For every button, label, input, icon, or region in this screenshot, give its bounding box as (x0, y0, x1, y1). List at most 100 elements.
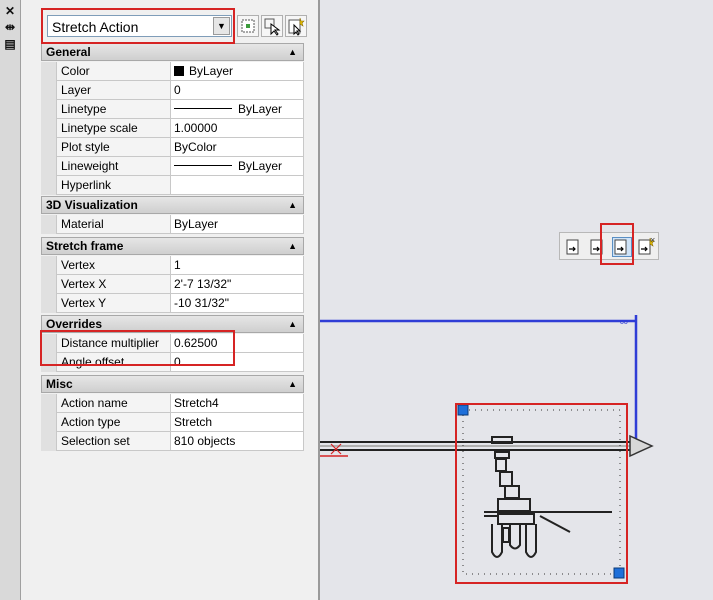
select-objects-button[interactable] (261, 15, 283, 37)
property-value-text: Stretch4 (174, 396, 219, 410)
property-value[interactable]: 0 (171, 353, 304, 372)
property-row-action-type[interactable]: Action type Stretch (41, 413, 304, 432)
row-gutter (41, 157, 57, 176)
category-misc[interactable]: Misc ▲ (41, 375, 304, 393)
action-add-button[interactable] (588, 237, 608, 257)
row-gutter (41, 394, 57, 413)
property-name: Linetype scale (57, 119, 171, 138)
frame-grip-bottom-right[interactable] (613, 567, 625, 579)
toggle-pickadd-button[interactable] (285, 15, 307, 37)
property-value-text: 2'-7 13/32" (174, 277, 232, 291)
object-type-select[interactable]: Stretch Action ▼ (47, 15, 232, 37)
property-value[interactable] (171, 176, 304, 195)
category-overrides[interactable]: Overrides ▲ (41, 315, 304, 333)
property-name: Lineweight (57, 157, 171, 176)
property-row-hyperlink[interactable]: Hyperlink (41, 176, 304, 195)
row-gutter (41, 119, 57, 138)
row-gutter (41, 100, 57, 119)
row-gutter (41, 81, 57, 100)
mini-toolbar-close-icon[interactable]: × (650, 235, 655, 245)
action-remove-icon (612, 237, 632, 257)
property-value[interactable]: ByLayer (171, 215, 304, 234)
row-gutter (41, 138, 57, 157)
dropdown-arrow-icon[interactable]: ▼ (213, 17, 230, 35)
property-value-text: ByLayer (189, 64, 234, 78)
quick-select-button[interactable] (237, 15, 259, 37)
property-value-text: ByLayer (174, 217, 219, 231)
property-value[interactable]: -10 31/32" (171, 294, 304, 313)
row-gutter (41, 432, 57, 451)
row-gutter (41, 294, 57, 313)
property-value-text: ByColor (174, 140, 217, 154)
autohide-icon[interactable]: ⇹ (3, 20, 17, 34)
palette-title-strip[interactable]: ✕ ⇹ ▤ (0, 0, 21, 600)
property-row-vertex-y[interactable]: Vertex Y -10 31/32" (41, 294, 304, 313)
property-name: Action type (57, 413, 171, 432)
collapse-arrow-icon[interactable]: ▲ (288, 238, 297, 254)
property-row-lineweight[interactable]: Lineweight ByLayer (41, 157, 304, 176)
property-row-vertex-x[interactable]: Vertex X 2'-7 13/32" (41, 275, 304, 294)
property-name: Action name (57, 394, 171, 413)
property-name: Color (57, 62, 171, 81)
row-gutter (41, 256, 57, 275)
property-value[interactable]: 810 objects (171, 432, 304, 451)
property-value[interactable]: ByLayer (171, 100, 304, 119)
row-gutter (41, 176, 57, 195)
category-stretch-frame[interactable]: Stretch frame ▲ (41, 237, 304, 255)
property-row-plot-style[interactable]: Plot style ByColor (41, 138, 304, 157)
property-row-distance-multiplier[interactable]: Distance multiplier 0.62500 (41, 334, 304, 353)
collapse-arrow-icon[interactable]: ▲ (288, 197, 297, 213)
close-palette-icon[interactable]: ✕ (3, 4, 17, 18)
quick-select-icon (241, 19, 255, 33)
frame-grip-top-left[interactable] (457, 404, 469, 416)
property-name: Vertex X (57, 275, 171, 294)
action-remove-button[interactable] (612, 237, 632, 257)
collapse-arrow-icon[interactable]: ▲ (288, 316, 297, 332)
property-value-text: 810 objects (174, 434, 236, 448)
category-title: Misc (46, 377, 73, 391)
property-value-text: ByLayer (238, 159, 283, 173)
property-name: Vertex (57, 256, 171, 275)
property-row-linetype[interactable]: Linetype ByLayer (41, 100, 304, 119)
properties-menu-icon[interactable]: ▤ (3, 37, 17, 51)
row-gutter (41, 353, 57, 372)
property-name: Linetype (57, 100, 171, 119)
property-row-angle-offset[interactable]: Angle offset 0 (41, 353, 304, 372)
property-name: Selection set (57, 432, 171, 451)
property-value[interactable]: 1 (171, 256, 304, 275)
action-select-button[interactable] (564, 237, 584, 257)
collapse-arrow-icon[interactable]: ▲ (288, 376, 297, 392)
property-value[interactable]: 1.00000 (171, 119, 304, 138)
property-row-layer[interactable]: Layer 0 (41, 81, 304, 100)
property-row-selection-set[interactable]: Selection set 810 objects (41, 432, 304, 451)
property-value[interactable]: Stretch4 (171, 394, 304, 413)
color-swatch (174, 66, 184, 76)
property-row-linetype-scale[interactable]: Linetype scale 1.00000 (41, 119, 304, 138)
property-value-text: 0 (174, 83, 181, 97)
arrow-head (629, 434, 654, 458)
property-row-vertex[interactable]: Vertex 1 (41, 256, 304, 275)
property-value[interactable]: 2'-7 13/32" (171, 275, 304, 294)
action-add-icon (590, 239, 603, 255)
property-name: Vertex Y (57, 294, 171, 313)
property-value[interactable]: 0 (171, 81, 304, 100)
property-value[interactable]: 0.62500 (171, 334, 304, 353)
category-3d-visualization[interactable]: 3D Visualization ▲ (41, 196, 304, 214)
property-name: Layer (57, 81, 171, 100)
property-value-text: ByLayer (238, 102, 283, 116)
stretch-frame[interactable] (462, 409, 621, 575)
row-gutter (41, 413, 57, 432)
property-value[interactable]: ByColor (171, 138, 304, 157)
property-value-text: 1.00000 (174, 121, 218, 135)
linetype-sample (174, 165, 232, 166)
collapse-arrow-icon[interactable]: ▲ (288, 44, 297, 60)
property-value[interactable]: Stretch (171, 413, 304, 432)
property-value[interactable]: ByLayer (171, 157, 304, 176)
property-row-color[interactable]: Color ByLayer (41, 62, 304, 81)
select-objects-icon (264, 18, 281, 36)
property-value[interactable]: ByLayer (171, 62, 304, 81)
object-type-value: Stretch Action (52, 19, 139, 35)
property-row-material[interactable]: Material ByLayer (41, 215, 304, 234)
property-row-action-name[interactable]: Action name Stretch4 (41, 394, 304, 413)
category-general[interactable]: General ▲ (41, 43, 304, 61)
